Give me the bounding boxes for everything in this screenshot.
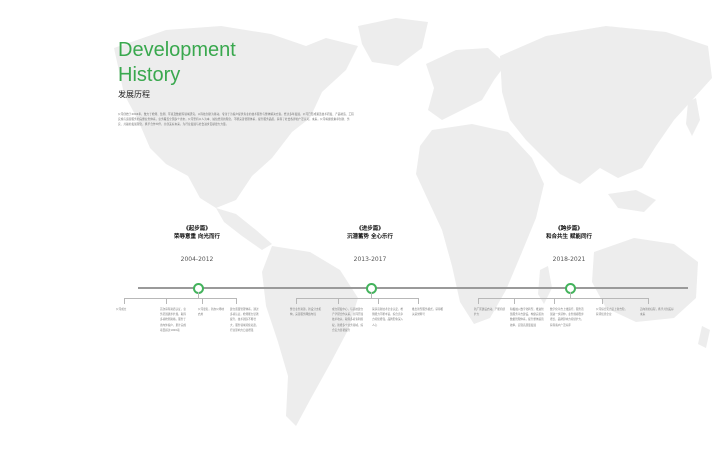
title-line-2: History: [118, 64, 181, 86]
connector-stem: [378, 298, 379, 304]
timeline-event: 建立质量管理体系，通过多项认证，检测能力显著提升，技术团队不断壮大，服务领域持续…: [230, 308, 259, 332]
timeline-event: 整合业务资源，新设分支机构，完善服务网络布局: [290, 308, 322, 317]
phase-motto: 沉潜蓄势 全心乐行: [347, 234, 393, 240]
phase-leap: 《跨步篇》 和合共生 赋能同行 2018-2021: [509, 225, 629, 263]
page-title: Development History: [118, 38, 236, 88]
phase-start: 《起步篇》 荣辱意重 向光而行 2004-2012: [137, 225, 257, 263]
timeline-event: 积极融入数字化转型，推进智慧服务平台建设，构建完善的数据管理体系，提升整体运营效…: [510, 308, 544, 327]
connector-stem: [202, 298, 203, 304]
phase-name: 《起步篇》: [183, 226, 211, 232]
phase-period: 2004-2012: [180, 256, 214, 263]
phase-period: 2018-2021: [552, 256, 586, 263]
connector-stem: [602, 298, 603, 304]
timeline-axis: [138, 287, 688, 289]
phase-motto: 和合共生 赋能同行: [546, 234, 592, 240]
title-line-1: Development: [118, 39, 236, 61]
timeline-event: 公司更名，新办公场地启用: [198, 308, 224, 317]
connector-stem: [478, 298, 479, 304]
page-subtitle: 发展历程: [118, 90, 150, 99]
intro-paragraph: 公司创始于2004年，致力于检测、监测、环境及数据等领域研究，以科技创新为驱动，…: [118, 113, 354, 127]
phase-progress: 《进步篇》 沉潜蓄势 全心乐行 2013-2017: [310, 225, 430, 263]
connector-stem: [124, 298, 125, 304]
phase-motto: 荣辱意重 向光而行: [174, 234, 220, 240]
connector-stem: [338, 298, 339, 304]
timeline-event: 首次获得资质认证，业务范围逐步扩展，取得多项检测资格，服务于省内外客户，累计完成…: [160, 308, 186, 332]
timeline-event: 推出新型服务模式，获得相关荣誉称号: [412, 308, 444, 317]
phase-period: 2013-2017: [353, 256, 387, 263]
connector-bar: [478, 298, 648, 299]
timeline-event: 数字化平台上线运行，服务范围进一步延伸，业务规模稳步增长，品牌影响力持续扩大，获…: [550, 308, 584, 327]
connector-bar: [124, 298, 236, 299]
timeline-event: 成立研发中心，与高校建立产学研合作关系，共同开展技术攻关，取得多项专利授权，新增…: [332, 308, 364, 332]
connector-bar: [296, 298, 418, 299]
connector-stem: [554, 298, 555, 304]
timeline-event: 公司成立: [116, 308, 127, 311]
connector-stem: [166, 298, 167, 304]
phase-name: 《跨步篇》: [555, 226, 583, 232]
timeline-event: 公司综合实力迈上新台阶，获评优秀企业: [596, 308, 628, 317]
timeline-event: 新厂区建设启动，产能持续扩大: [474, 308, 506, 317]
connector-stem: [296, 298, 297, 304]
connector-stem: [418, 298, 419, 304]
timeline-event: 荣获高新技术企业认定，检测能力不断丰富，综合竞争力持续增强，品牌形象深入人心: [372, 308, 404, 327]
timeline-event: 迈向新的征程，携手共创美好未来: [640, 308, 674, 317]
phase-name: 《进步篇》: [356, 226, 384, 232]
connector-stem: [236, 298, 237, 304]
connector-stem: [648, 298, 649, 304]
connector-stem: [514, 298, 515, 304]
